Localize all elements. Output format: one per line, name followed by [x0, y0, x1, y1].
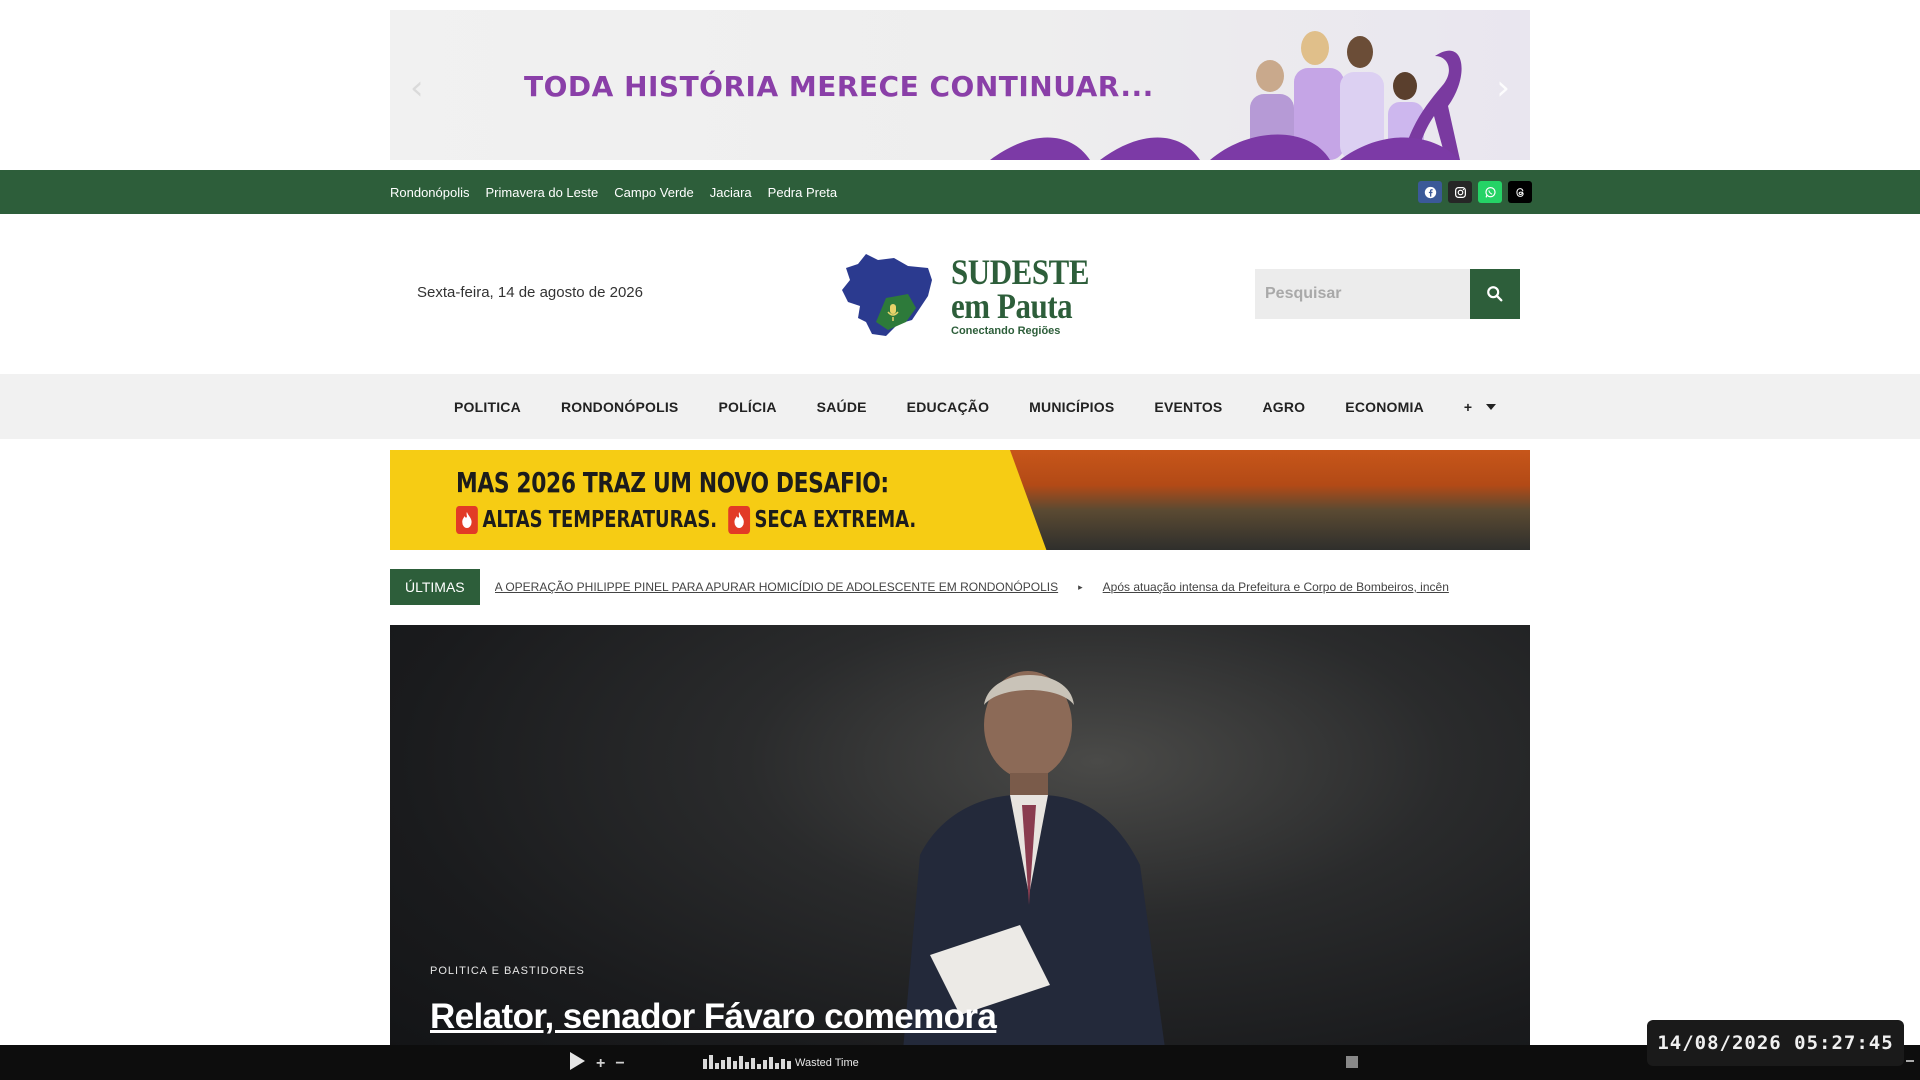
nav-item-politica[interactable]: POLITICA	[454, 399, 541, 415]
volume-down-icon[interactable]: −	[615, 1055, 624, 1073]
nav-item-municipios[interactable]: MUNICÍPIOS	[1009, 399, 1134, 415]
facebook-icon[interactable]	[1418, 181, 1442, 203]
city-link-jaciara[interactable]: Jaciara	[710, 185, 752, 200]
search-button[interactable]	[1470, 269, 1520, 319]
nav-item-educacao[interactable]: EDUCAÇÃO	[887, 399, 1010, 415]
nav-item-economia[interactable]: ECONOMIA	[1325, 399, 1444, 415]
state-map-icon	[842, 254, 932, 336]
nav-item-eventos[interactable]: EVENTOS	[1134, 399, 1242, 415]
minimize-icon[interactable]	[1906, 1060, 1914, 1062]
city-link-campo-verde[interactable]: Campo Verde	[614, 185, 694, 200]
banner-line2: ALTAS TEMPERATURAS. SECA EXTREMA.	[456, 506, 916, 534]
site-logo[interactable]: SUDESTE em Pauta Conectando Regiões	[836, 248, 1096, 343]
article-title[interactable]: Relator, senador Fávaro comemora	[430, 997, 997, 1037]
nav-item-saude[interactable]: SAÚDE	[797, 399, 887, 415]
ticker-item[interactable]: A OPERAÇÃO PHILIPPE PINEL PARA APURAR HO…	[495, 580, 1058, 594]
social-links	[1418, 181, 1532, 203]
main-nav: POLITICA RONDONÓPOLIS POLÍCIA SAÚDE EDUC…	[0, 374, 1920, 439]
fire-icon	[727, 506, 750, 534]
banner-line2-part2: SECA EXTREMA.	[754, 507, 917, 533]
nav-item-policia[interactable]: POLÍCIA	[698, 399, 796, 415]
logo-title-line1: SUDESTE	[951, 252, 1090, 292]
current-date: Sexta-feira, 14 de agosto de 2026	[417, 284, 643, 301]
track-title: Wasted Time	[795, 1057, 859, 1069]
city-link-pedra-preta[interactable]: Pedra Preta	[768, 185, 837, 200]
ticker-item[interactable]: Após atuação intensa da Prefeitura e Cor…	[1103, 580, 1449, 594]
search-input[interactable]	[1255, 269, 1470, 319]
ticker-label: ÚLTIMAS	[390, 569, 480, 605]
chevron-left-icon[interactable]: ‹	[410, 68, 424, 108]
ticker-separator-icon: ▸	[1078, 581, 1083, 592]
city-link-primavera-do-leste[interactable]: Primavera do Leste	[486, 185, 599, 200]
threads-icon[interactable]	[1508, 181, 1532, 203]
nav-item-rondonopolis[interactable]: RONDONÓPOLIS	[541, 399, 699, 415]
nav-more-menu[interactable]: +	[1444, 399, 1516, 415]
volume-up-icon[interactable]: +	[596, 1055, 605, 1073]
equalizer-icon	[703, 1055, 791, 1069]
nav-item-agro[interactable]: AGRO	[1242, 399, 1325, 415]
search-form	[1255, 269, 1520, 319]
city-sunset-image	[1010, 450, 1530, 550]
banner-line1: MAS 2026 TRAZ UM NOVO DESAFIO:	[456, 466, 889, 499]
instagram-icon[interactable]	[1448, 181, 1472, 203]
player-controls: + −	[568, 1051, 625, 1076]
top-promo-banner[interactable]: ‹ TODA HISTÓRIA MERECE CONTINUAR... ›	[390, 10, 1530, 160]
article-category[interactable]: POLITICA E BASTIDORES	[430, 965, 585, 977]
popout-icon[interactable]	[1346, 1056, 1358, 1068]
fire-icon	[456, 506, 478, 534]
heat-campaign-banner[interactable]: MAS 2026 TRAZ UM NOVO DESAFIO: ALTAS TEM…	[390, 450, 1530, 550]
search-icon	[1487, 286, 1503, 302]
caret-down-icon	[1486, 403, 1497, 410]
city-link-rondonopolis[interactable]: Rondonópolis	[390, 185, 470, 200]
news-ticker: ÚLTIMAS A OPERAÇÃO PHILIPPE PINEL PARA A…	[390, 569, 1530, 605]
city-links: Rondonópolis Primavera do Leste Campo Ve…	[390, 170, 837, 214]
logo-tagline: Conectando Regiões	[951, 325, 1061, 337]
datetime-overlay: 14/08/2026 05:27:45	[1647, 1020, 1904, 1066]
play-icon[interactable]	[568, 1051, 586, 1076]
featured-article[interactable]: POLITICA E BASTIDORES Relator, senador F…	[390, 625, 1530, 1080]
logo-title-line2: em Pauta	[951, 286, 1073, 326]
ticker-items: A OPERAÇÃO PHILIPPE PINEL PARA APURAR HO…	[495, 580, 1475, 594]
ribbon-wave-decoration	[990, 134, 1460, 160]
banner-line2-part1: ALTAS TEMPERATURAS.	[482, 507, 718, 533]
banner-headline: TODA HISTÓRIA MERECE CONTINUAR...	[524, 70, 1154, 103]
audio-player-bar: + − Wasted Time	[0, 1045, 1920, 1080]
chevron-right-icon[interactable]: ›	[1496, 68, 1510, 108]
whatsapp-icon[interactable]	[1478, 181, 1502, 203]
nav-more-label: +	[1463, 398, 1473, 415]
city-bar: Rondonópolis Primavera do Leste Campo Ve…	[0, 170, 1920, 214]
